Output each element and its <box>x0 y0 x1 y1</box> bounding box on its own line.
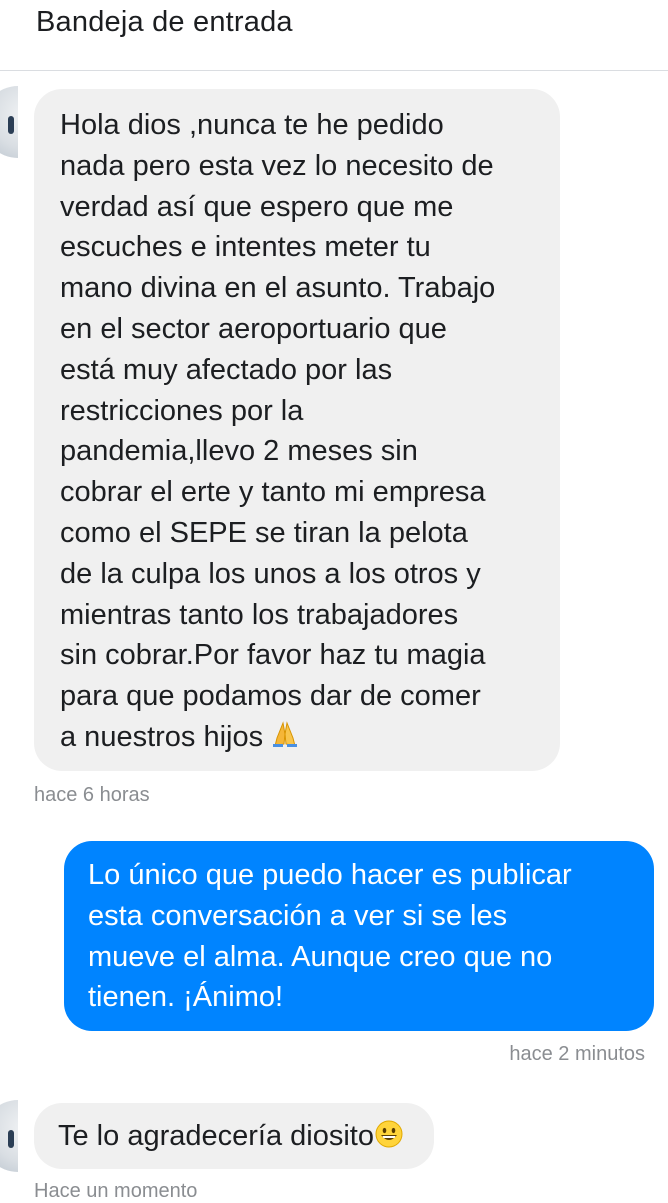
grinning-face-emoji-icon <box>374 1119 404 1161</box>
page-title: Bandeja de entrada <box>36 6 293 38</box>
inbox-header: Bandeja de entrada <box>0 0 668 71</box>
sender-avatar[interactable] <box>0 86 18 158</box>
message-text: Hola dios ,nunca te he pedido nada pero … <box>60 109 496 753</box>
sender-avatar[interactable] <box>0 1100 18 1172</box>
message-text: Lo único que puedo hacer es publicar est… <box>88 859 572 1014</box>
message-timestamp: hace 2 minutos <box>509 1043 645 1065</box>
outgoing-message-bubble[interactable]: Lo único que puedo hacer es publicar est… <box>64 841 654 1031</box>
incoming-message-bubble[interactable]: Te lo agradecería diosito <box>34 1103 434 1169</box>
folded-hands-emoji-icon <box>271 719 299 760</box>
incoming-message-bubble[interactable]: Hola dios ,nunca te he pedido nada pero … <box>34 89 560 771</box>
message-timestamp: hace 6 horas <box>34 784 150 806</box>
message-text: Te lo agradecería diosito <box>58 1120 374 1152</box>
